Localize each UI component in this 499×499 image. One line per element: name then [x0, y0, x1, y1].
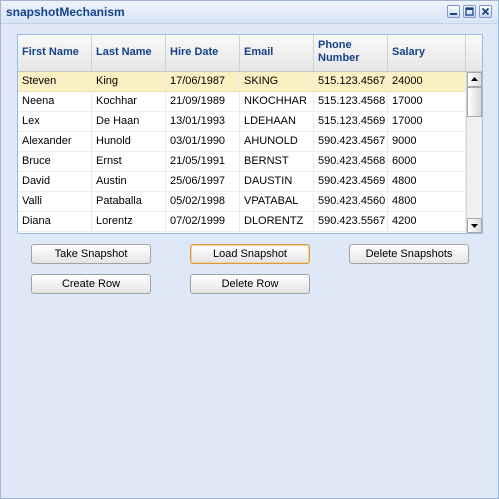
cell-email[interactable]: AHUNOLD	[240, 132, 314, 151]
cell-first-name[interactable]: David	[18, 172, 92, 191]
cell-last-name[interactable]: De Haan	[92, 112, 166, 131]
table-row[interactable]: Diana Lorentz 07/02/1999 DLORENTZ 590.423.55…	[18, 212, 466, 232]
column-header-phone-number[interactable]: Phone Number	[314, 35, 388, 71]
cell-phone-number[interactable]: 515.123.4568	[314, 92, 388, 111]
cell-last-name[interactable]: Austin	[92, 172, 166, 191]
cell-hire-date[interactable]: 03/01/1990	[166, 132, 240, 151]
cell-email[interactable]: NKOCHHAR	[240, 92, 314, 111]
column-header-last-name[interactable]: Last Name	[92, 35, 166, 71]
cell-last-name[interactable]: Lorentz	[92, 212, 166, 231]
cell-salary[interactable]: 9000	[388, 132, 466, 151]
cell-phone-number[interactable]: 515.123.4569	[314, 112, 388, 131]
cell-salary[interactable]: 4800	[388, 172, 466, 191]
cell-phone-number[interactable]: 590.423.4560	[314, 192, 388, 211]
cell-hire-date[interactable]: 05/02/1998	[166, 192, 240, 211]
scroll-down-button[interactable]	[467, 218, 482, 233]
column-header-email[interactable]: Email	[240, 35, 314, 71]
cell-salary[interactable]: 6000	[388, 152, 466, 171]
take-snapshot-button[interactable]: Take Snapshot	[31, 244, 151, 264]
cell-first-name[interactable]: Diana	[18, 212, 92, 231]
close-button[interactable]	[479, 5, 492, 18]
table-row[interactable]: Neena Kochhar 21/09/1989 NKOCHHAR 515.123.45…	[18, 92, 466, 112]
cell-last-name[interactable]: King	[92, 72, 166, 91]
table-row[interactable]: Bruce Ernst 21/05/1991 BERNST 590.423.4568 60…	[18, 152, 466, 172]
table-row[interactable]: Alexander Hunold 03/01/1990 AHUNOLD 590.423.…	[18, 132, 466, 152]
cell-email[interactable]: DAUSTIN	[240, 172, 314, 191]
table-row[interactable]: David Austin 25/06/1997 DAUSTIN 590.423.4569…	[18, 172, 466, 192]
cell-first-name[interactable]: Steven	[18, 72, 92, 91]
create-row-button[interactable]: Create Row	[31, 274, 151, 294]
cell-last-name[interactable]: Kochhar	[92, 92, 166, 111]
cell-first-name[interactable]: Valli	[18, 192, 92, 211]
employee-grid[interactable]: First Name Last Name Hire Date Email Pho…	[17, 34, 483, 234]
cell-hire-date[interactable]: 21/09/1989	[166, 92, 240, 111]
column-header-hire-date[interactable]: Hire Date	[166, 35, 240, 71]
cell-hire-date[interactable]: 13/01/1993	[166, 112, 240, 131]
cell-salary[interactable]: 4800	[388, 192, 466, 211]
maximize-icon	[465, 7, 474, 16]
cell-salary[interactable]: 17000	[388, 112, 466, 131]
table-row[interactable]: Lex De Haan 13/01/1993 LDEHAAN 515.123.4569 1…	[18, 112, 466, 132]
close-icon	[481, 7, 490, 16]
cell-first-name[interactable]: Alexander	[18, 132, 92, 151]
table-row[interactable]: Valli Pataballa 05/02/1998 VPATABAL 590.423.…	[18, 192, 466, 212]
cell-salary[interactable]: 4200	[388, 212, 466, 231]
grid-header: First Name Last Name Hire Date Email Pho…	[18, 35, 482, 72]
cell-email[interactable]: BERNST	[240, 152, 314, 171]
maximize-button[interactable]	[463, 5, 476, 18]
minimize-button[interactable]	[447, 5, 460, 18]
scrollbar-thumb[interactable]	[467, 87, 482, 117]
delete-row-button[interactable]: Delete Row	[190, 274, 310, 294]
column-header-salary[interactable]: Salary	[388, 35, 466, 71]
column-header-first-name[interactable]: First Name	[18, 35, 92, 71]
cell-last-name[interactable]: Pataballa	[92, 192, 166, 211]
cell-first-name[interactable]: Neena	[18, 92, 92, 111]
cell-phone-number[interactable]: 590.423.4568	[314, 152, 388, 171]
cell-hire-date[interactable]: 17/06/1987	[166, 72, 240, 91]
cell-phone-number[interactable]: 590.423.5567	[314, 212, 388, 231]
cell-first-name[interactable]: Lex	[18, 112, 92, 131]
cell-phone-number[interactable]: 590.423.4569	[314, 172, 388, 191]
delete-snapshots-button[interactable]: Delete Snapshots	[349, 244, 469, 264]
load-snapshot-button[interactable]: Load Snapshot	[190, 244, 310, 264]
cell-salary[interactable]: 17000	[388, 92, 466, 111]
cell-email[interactable]: VPATABAL	[240, 192, 314, 211]
cell-phone-number[interactable]: 515.123.4567	[314, 72, 388, 91]
vertical-scrollbar[interactable]	[466, 72, 482, 233]
scroll-up-button[interactable]	[467, 72, 482, 87]
minimize-icon	[450, 13, 457, 15]
cell-email[interactable]: SKING	[240, 72, 314, 91]
cell-first-name[interactable]: Bruce	[18, 152, 92, 171]
cell-salary[interactable]: 24000	[388, 72, 466, 91]
title-bar[interactable]: snapshotMechanism	[1, 1, 498, 24]
cell-hire-date[interactable]: 07/02/1999	[166, 212, 240, 231]
cell-phone-number[interactable]: 590.423.4567	[314, 132, 388, 151]
arrow-up-icon	[471, 77, 478, 81]
cell-last-name[interactable]: Ernst	[92, 152, 166, 171]
arrow-down-icon	[471, 224, 478, 228]
cell-email[interactable]: LDEHAAN	[240, 112, 314, 131]
cell-last-name[interactable]: Hunold	[92, 132, 166, 151]
cell-hire-date[interactable]: 21/05/1991	[166, 152, 240, 171]
cell-email[interactable]: DLORENTZ	[240, 212, 314, 231]
table-row[interactable]: Steven King 17/06/1987 SKING 515.123.4567 240…	[18, 72, 466, 92]
window-title: snapshotMechanism	[6, 5, 125, 19]
app-window: snapshotMechanism First Name Last Name H…	[0, 0, 499, 499]
cell-hire-date[interactable]: 25/06/1997	[166, 172, 240, 191]
